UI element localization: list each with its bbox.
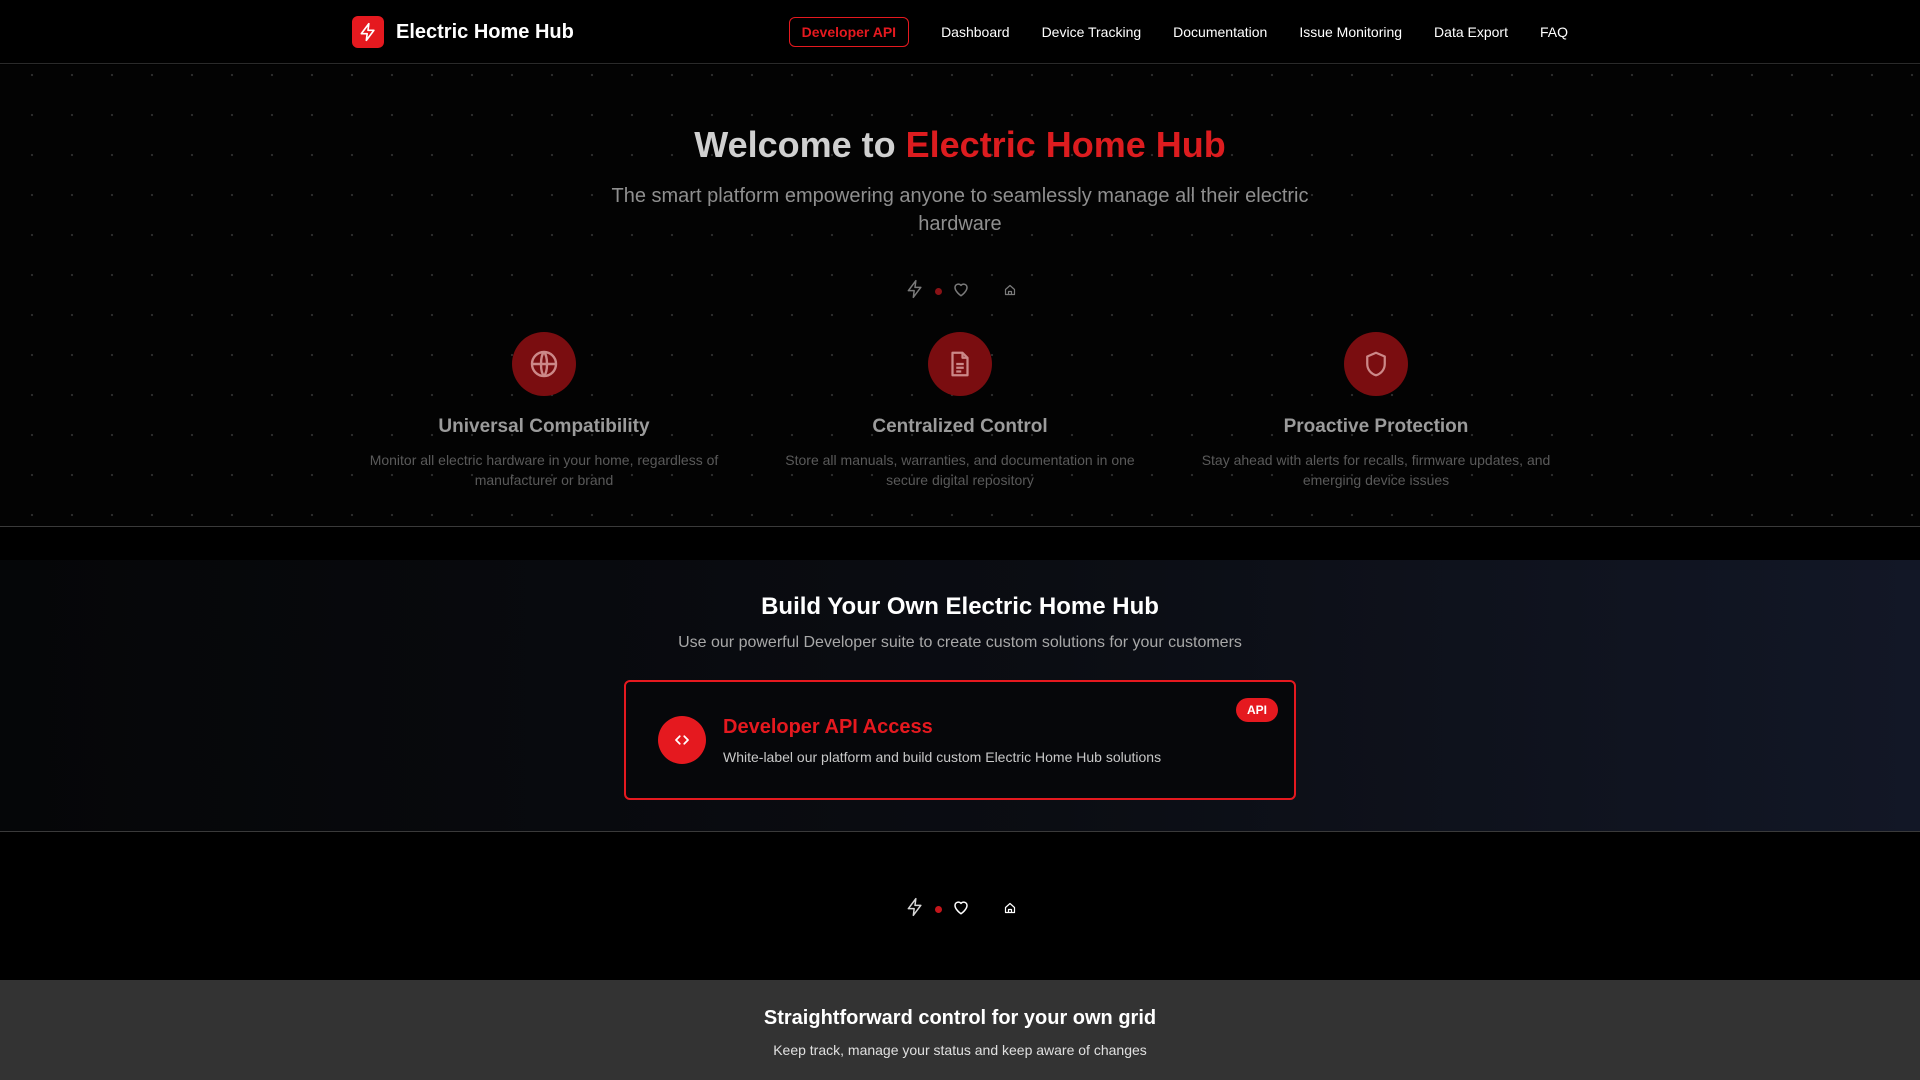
feature-description: Stay ahead with alerts for recalls, firm… (1201, 452, 1551, 488)
api-card-description: White-label our platform and build custo… (723, 749, 1162, 765)
hero-icon-row (0, 279, 1920, 304)
bolt-icon (905, 897, 925, 922)
heart-icon (952, 280, 970, 303)
hero-title-accent: Electric Home Hub (905, 124, 1226, 165)
developer-api-card[interactable]: Developer API Access White-label our pla… (624, 680, 1296, 800)
feature-card: Centralized Control Store all manuals, w… (768, 332, 1152, 490)
developer-title: Build Your Own Electric Home Hub (761, 593, 1159, 620)
api-badge: API (1235, 698, 1278, 722)
status-dot (934, 906, 942, 913)
brand[interactable]: Electric Home Hub (352, 16, 574, 48)
code-icon (658, 716, 706, 764)
top-navbar: Electric Home Hub Developer API Dashboar… (0, 0, 1920, 64)
feature-title: Proactive Protection (1283, 416, 1469, 437)
feature-card: Universal Compatibility Monitor all elec… (352, 332, 736, 490)
developer-api-button[interactable]: Developer API (788, 17, 910, 47)
shield-icon (1344, 332, 1408, 396)
control-subtitle: Keep track, manage your status and keep … (773, 1042, 1147, 1058)
document-icon (928, 332, 992, 396)
feature-card: Proactive Protection Stay ahead with ale… (1184, 332, 1568, 490)
developer-subtitle: Use our powerful Developer suite to crea… (678, 634, 1242, 651)
feature-description: Monitor all electric hardware in your ho… (369, 452, 719, 488)
feature-title: Universal Compatibility (438, 416, 650, 437)
hero-subtitle: The smart platform empowering anyone to … (611, 185, 1309, 235)
hero-title-prefix: Welcome to (694, 124, 906, 165)
home-icon (1004, 901, 1016, 919)
hero-section: Welcome to Electric Home Hub The smart p… (0, 65, 1920, 527)
api-card-title: Developer API Access (723, 716, 933, 738)
nav-link-device-tracking[interactable]: Device Tracking (1042, 24, 1142, 40)
nav-link-issue-monitoring[interactable]: Issue Monitoring (1299, 24, 1402, 40)
nav-link-data-export[interactable]: Data Export (1434, 24, 1508, 40)
home-icon (1004, 283, 1016, 301)
divider-icon-row (0, 897, 1920, 922)
hero-title: Welcome to Electric Home Hub (0, 124, 1920, 166)
brand-name: Electric Home Hub (396, 20, 574, 43)
status-dot (934, 288, 942, 295)
nav-link-documentation[interactable]: Documentation (1173, 24, 1267, 40)
heart-icon (952, 898, 970, 921)
bolt-icon (352, 16, 384, 48)
developer-section: Build Your Own Electric Home Hub Use our… (0, 560, 1920, 832)
feature-description: Store all manuals, warranties, and docum… (785, 452, 1135, 488)
globe-icon (512, 332, 576, 396)
bolt-icon (905, 279, 925, 304)
nav-links: Developer API Dashboard Device Tracking … (788, 17, 1568, 47)
control-section: Straightforward control for your own gri… (0, 980, 1920, 1080)
nav-link-faq[interactable]: FAQ (1540, 24, 1568, 40)
nav-link-dashboard[interactable]: Dashboard (941, 24, 1010, 40)
feature-list: Universal Compatibility Monitor all elec… (352, 332, 1568, 490)
control-title: Straightforward control for your own gri… (763, 1007, 1157, 1029)
feature-title: Centralized Control (872, 416, 1048, 437)
